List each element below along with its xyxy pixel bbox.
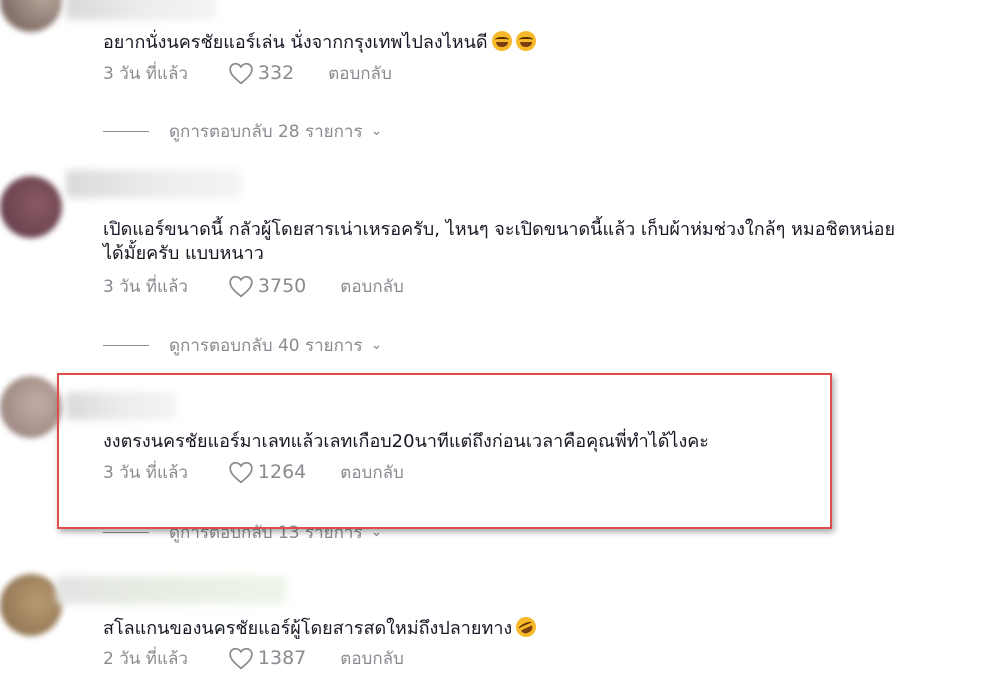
heart-icon: [229, 647, 253, 670]
username-blurred[interactable]: [66, 0, 216, 20]
laughing-tears-emoji-icon: [491, 31, 512, 51]
laughing-tears-emoji-icon: [515, 31, 536, 51]
chevron-down-icon: ⌄: [370, 337, 383, 353]
comment-text-line: ได้มั้ยครับ แบบหนาว: [103, 243, 264, 264]
view-replies-button[interactable]: ดูการตอบกลับ 28 รายการ ⌄: [103, 119, 382, 143]
like-button[interactable]: 332: [228, 61, 294, 85]
heart-icon: [229, 62, 253, 85]
avatar[interactable]: [0, 376, 62, 438]
avatar[interactable]: [0, 0, 62, 32]
comment-text: เปิดแอร์ขนาดนี้ กลัวผู้โดยสารเน่าเหรอครั…: [103, 218, 895, 266]
timestamp: 3 วัน ที่แล้ว: [103, 462, 188, 483]
comment-text: อยากนั่งนครชัยแอร์เล่น นั่งจากกรุงเทพไปล…: [103, 31, 536, 55]
comment-text: สโลแกนของนครชัยแอร์ผู้โดยสารสดใหม่ถึงปลา…: [103, 613, 540, 641]
username-blurred[interactable]: [56, 576, 286, 604]
username-blurred[interactable]: [66, 392, 176, 420]
comment-meta: 3 วัน ที่แล้ว 3750 ตอบกลับ: [103, 273, 404, 299]
view-replies-label: ดูการตอบกลับ 40 รายการ: [169, 335, 363, 356]
like-button[interactable]: 3750: [228, 274, 306, 298]
chevron-down-icon: ⌄: [370, 524, 383, 540]
like-button[interactable]: 1387: [228, 646, 306, 670]
divider-line: [103, 531, 149, 533]
like-count: 332: [257, 62, 295, 84]
comment-meta: 3 วัน ที่แล้ว 1264 ตอบกลับ: [103, 459, 404, 485]
reply-button[interactable]: ตอบกลับ: [340, 645, 404, 672]
like-count: 1387: [257, 647, 307, 669]
like-button[interactable]: 1264: [228, 460, 306, 484]
heart-icon: [229, 275, 253, 298]
view-replies-label: ดูการตอบกลับ 13 รายการ: [169, 522, 363, 543]
comment-text: งงตรงนครชัยแอร์มาเลทแล้วเลทเกือบ20นาทีแต…: [103, 431, 709, 452]
like-count: 1264: [257, 461, 307, 483]
heart-icon: [229, 461, 253, 484]
view-replies-button[interactable]: ดูการตอบกลับ 13 รายการ ⌄: [103, 520, 382, 544]
chevron-down-icon: ⌄: [370, 123, 383, 139]
comment-meta: 2 วัน ที่แล้ว 1387 ตอบกลับ: [103, 645, 404, 671]
avatar[interactable]: [0, 574, 62, 636]
comment-text-line: เปิดแอร์ขนาดนี้ กลัวผู้โดยสารเน่าเหรอครั…: [103, 219, 895, 240]
timestamp: 3 วัน ที่แล้ว: [103, 276, 188, 297]
comment-meta: 3 วัน ที่แล้ว 332 ตอบกลับ: [103, 60, 392, 86]
timestamp: 3 วัน ที่แล้ว: [103, 63, 188, 84]
view-replies-button[interactable]: ดูการตอบกลับ 40 รายการ ⌄: [103, 333, 382, 357]
view-replies-label: ดูการตอบกลับ 28 รายการ: [169, 121, 363, 142]
timestamp: 2 วัน ที่แล้ว: [103, 648, 188, 669]
divider-line: [103, 130, 149, 132]
rofl-emoji-icon: [512, 613, 540, 641]
reply-button[interactable]: ตอบกลับ: [340, 273, 404, 300]
like-count: 3750: [257, 275, 307, 297]
reply-button[interactable]: ตอบกลับ: [340, 459, 404, 486]
username-blurred[interactable]: [66, 170, 242, 198]
divider-line: [103, 344, 149, 346]
reply-button[interactable]: ตอบกลับ: [328, 60, 392, 87]
avatar[interactable]: [0, 176, 62, 238]
